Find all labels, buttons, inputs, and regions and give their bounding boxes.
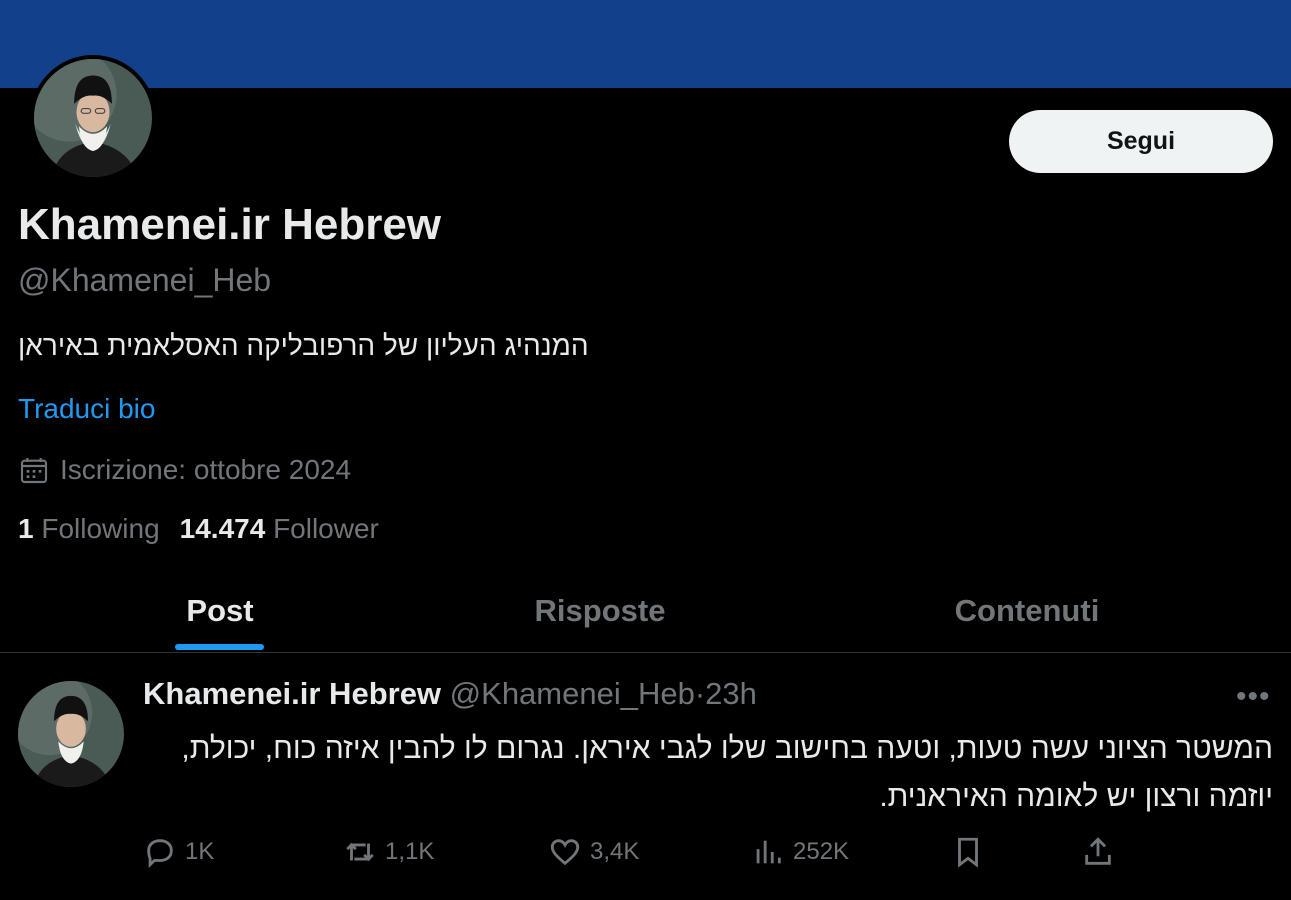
tab-post[interactable]: Post bbox=[120, 570, 320, 652]
reply-button[interactable]: 1K bbox=[143, 828, 214, 876]
follow-stats: 1 Following 14.474 Follower bbox=[18, 513, 379, 545]
profile-tabs: Post Risposte Contenuti bbox=[0, 570, 1291, 653]
tweet-separator: · bbox=[694, 676, 706, 711]
tweet-handle[interactable]: @Khamenei_Heb bbox=[450, 676, 695, 711]
calendar-icon bbox=[20, 458, 48, 484]
repost-icon bbox=[346, 842, 374, 862]
views-button[interactable]: 252K bbox=[751, 828, 849, 876]
repost-button[interactable]: 1,1K bbox=[343, 828, 434, 876]
profile-display-name: Khamenei.ir Hebrew bbox=[18, 200, 442, 249]
tab-risposte[interactable]: Risposte bbox=[490, 570, 710, 652]
following-link[interactable]: 1 Following bbox=[18, 513, 160, 545]
follow-button[interactable]: Segui bbox=[1009, 110, 1273, 173]
reply-icon bbox=[147, 839, 173, 869]
tweet-header: Khamenei.ir Hebrew @Khamenei_Heb·23h bbox=[143, 676, 757, 712]
tweet-text: המשטר הציוני עשה טעות, וטעה בחישוב שלו ל… bbox=[181, 732, 1273, 813]
avatar-portrait bbox=[34, 59, 152, 177]
active-tab-indicator bbox=[175, 644, 264, 650]
profile-handle: @Khamenei_Heb bbox=[18, 262, 272, 298]
profile-page: Segui Khamenei.ir Hebrew @Khamenei_Heb ה… bbox=[0, 0, 1291, 900]
more-icon[interactable]: ••• bbox=[1236, 680, 1271, 714]
share-button[interactable] bbox=[1081, 828, 1115, 876]
joined-label: Iscrizione: ottobre 2024 bbox=[60, 454, 352, 485]
bookmark-icon bbox=[958, 837, 978, 868]
tweet-time[interactable]: 23h bbox=[705, 676, 757, 711]
tab-contenuti[interactable]: Contenuti bbox=[917, 570, 1137, 652]
tweet-actions: 1K 1,1K 3,4K 252K bbox=[143, 828, 1291, 876]
like-icon bbox=[550, 839, 580, 866]
share-icon bbox=[1085, 837, 1111, 865]
bookmark-button[interactable] bbox=[951, 828, 985, 876]
profile-banner[interactable] bbox=[0, 0, 1291, 88]
tweet-avatar[interactable] bbox=[18, 681, 124, 787]
avatar-portrait bbox=[18, 681, 124, 787]
joined-date: Iscrizione: ottobre 2024 bbox=[18, 454, 351, 486]
profile-avatar[interactable] bbox=[30, 55, 156, 181]
views-icon bbox=[756, 840, 781, 864]
like-count: 3,4K bbox=[590, 838, 640, 865]
views-count: 252K bbox=[793, 838, 850, 865]
translate-bio-link[interactable]: Traduci bio bbox=[18, 393, 155, 425]
tweet-author[interactable]: Khamenei.ir Hebrew bbox=[143, 676, 441, 711]
reply-count: 1K bbox=[185, 838, 215, 865]
followers-link[interactable]: 14.474 Follower bbox=[180, 513, 379, 545]
profile-bio: המנהיג העליון של הרפובליקה האסלאמית באיר… bbox=[18, 330, 589, 361]
like-button[interactable]: 3,4K bbox=[548, 828, 639, 876]
repost-count: 1,1K bbox=[385, 838, 435, 865]
